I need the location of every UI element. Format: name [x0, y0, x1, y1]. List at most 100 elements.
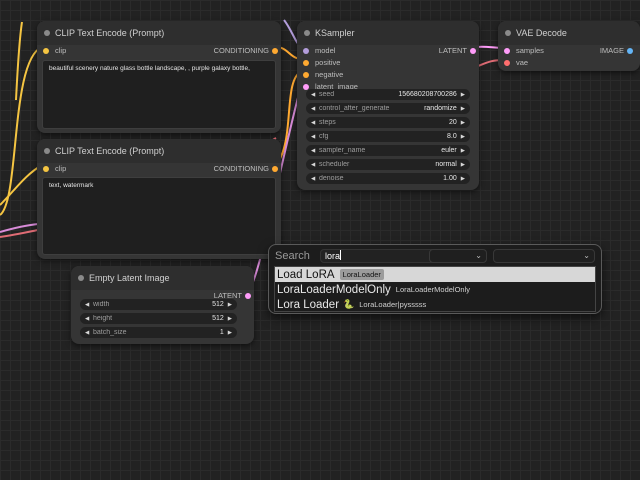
increment-arrow-icon[interactable]: ▶ [461, 134, 465, 140]
negative-input-label: negative [315, 70, 344, 79]
increment-arrow-icon[interactable]: ▶ [461, 92, 465, 98]
node-title-bar[interactable]: VAE Decode [498, 21, 640, 45]
increment-arrow-icon[interactable]: ▶ [461, 148, 465, 154]
increment-arrow-icon[interactable]: ▶ [461, 162, 465, 168]
negative-input-dot[interactable] [303, 72, 309, 78]
input-type-filter-dropdown-visible[interactable]: ⌄ [429, 249, 487, 263]
clip-input-dot[interactable] [43, 48, 49, 54]
result-class-badge: LoraLoaderModelOnly [395, 285, 471, 294]
conditioning-output-label: CONDITIONING [213, 164, 269, 173]
clip-text-encode-negative-node[interactable]: CLIP Text Encode (Prompt) clip CONDITION… [37, 139, 281, 259]
control-after-generate-widget[interactable]: ◀ control_after_generate randomize ▶ [306, 103, 470, 114]
decrement-arrow-icon[interactable]: ◀ [311, 92, 319, 98]
batch-size-widget[interactable]: ◀ batch_size 1 ▶ [80, 327, 237, 338]
node-title: Empty Latent Image [89, 273, 170, 283]
collapse-dot-icon[interactable] [44, 30, 50, 36]
decrement-arrow-icon[interactable]: ◀ [311, 162, 319, 168]
seed-widget[interactable]: ◀ seed 156680208700286 ▶ [306, 89, 470, 100]
chevron-down-icon[interactable]: ⌄ [475, 251, 482, 260]
height-widget[interactable]: ◀ height 512 ▶ [80, 313, 237, 324]
result-name: LoraLoaderModelOnly [277, 283, 391, 296]
decrement-arrow-icon[interactable]: ◀ [311, 134, 319, 140]
prompt-textarea[interactable]: beautiful scenery nature glass bottle la… [42, 60, 276, 129]
node-title-bar[interactable]: Empty Latent Image [71, 266, 254, 290]
widget-name: width [93, 301, 110, 308]
decrement-arrow-icon[interactable]: ◀ [311, 176, 319, 182]
link-clip-upper [15, 21, 23, 101]
decrement-arrow-icon[interactable]: ◀ [311, 120, 319, 126]
decrement-arrow-icon[interactable]: ◀ [85, 316, 93, 322]
steps-widget[interactable]: ◀ steps 20 ▶ [306, 117, 470, 128]
link-clip-positive [0, 46, 43, 216]
increment-arrow-icon[interactable]: ▶ [461, 176, 465, 182]
image-output-label: IMAGE [599, 46, 624, 55]
increment-arrow-icon[interactable]: ▶ [228, 330, 232, 336]
increment-arrow-icon[interactable]: ▶ [461, 120, 465, 126]
widget-name: cfg [319, 133, 329, 140]
samples-input-label: samples [516, 46, 544, 55]
vae-decode-node[interactable]: VAE Decode samples IMAGE vae [498, 21, 640, 71]
positive-input-dot[interactable] [303, 60, 309, 66]
negative-slot-row: negative [297, 69, 479, 81]
image-output-dot[interactable] [627, 48, 633, 54]
widget-value: 8.0 [447, 133, 457, 140]
collapse-dot-icon[interactable] [44, 148, 50, 154]
chevron-down-icon[interactable]: ⌄ [583, 251, 590, 260]
sampler-name-widget[interactable]: ◀ sampler_name euler ▶ [306, 145, 470, 156]
conditioning-output-dot[interactable] [272, 166, 278, 172]
search-result-item[interactable]: Lora Loader 🐍 LoraLoader|pysssss [275, 297, 595, 312]
increment-arrow-icon[interactable]: ▶ [461, 106, 465, 112]
widget-name: denoise [319, 175, 344, 182]
widget-value: euler [441, 147, 457, 154]
prompt-textarea[interactable]: text, watermark [42, 177, 276, 255]
vae-input-dot[interactable] [504, 60, 510, 66]
increment-arrow-icon[interactable]: ▶ [228, 302, 232, 308]
model-slot-row: model LATENT [297, 45, 479, 57]
collapse-dot-icon[interactable] [78, 275, 84, 281]
widget-value: 512 [212, 315, 224, 322]
increment-arrow-icon[interactable]: ▶ [228, 316, 232, 322]
denoise-widget[interactable]: ◀ denoise 1.00 ▶ [306, 173, 470, 184]
text-caret [340, 250, 342, 260]
samples-input-dot[interactable] [504, 48, 510, 54]
clip-input-label: clip [55, 46, 67, 55]
latent-output-dot[interactable] [245, 293, 251, 299]
conditioning-output-dot[interactable] [272, 48, 278, 54]
node-title: CLIP Text Encode (Prompt) [55, 28, 165, 38]
result-name: Load LoRA [277, 268, 335, 281]
widget-value: 1.00 [443, 175, 457, 182]
widget-name: seed [319, 91, 335, 98]
widget-value: randomize [424, 105, 457, 112]
width-widget[interactable]: ◀ width 512 ▶ [80, 299, 237, 310]
clip-slot-row: clip CONDITIONING [37, 45, 281, 57]
scheduler-widget[interactable]: ◀ scheduler normal ▶ [306, 159, 470, 170]
search-result-item[interactable]: LoraLoaderModelOnly LoraLoaderModelOnly [275, 282, 595, 297]
ksampler-node[interactable]: KSampler model LATENT positive negative … [297, 21, 479, 190]
cfg-widget[interactable]: ◀ cfg 8.0 ▶ [306, 131, 470, 142]
node-title-bar[interactable]: KSampler [297, 21, 479, 45]
decrement-arrow-icon[interactable]: ◀ [85, 330, 93, 336]
widget-value: 1 [219, 329, 224, 336]
positive-slot-row: positive [297, 57, 479, 69]
node-title-bar[interactable]: CLIP Text Encode (Prompt) [37, 21, 281, 45]
collapse-dot-icon[interactable] [505, 30, 511, 36]
empty-latent-image-node[interactable]: Empty Latent Image LATENT ◀ width 512 ▶ … [71, 266, 254, 344]
clip-input-dot[interactable] [43, 166, 49, 172]
node-search-dialog[interactable]: Search lora ⌄ ⌄ Load LoRA LoraLoader Lor… [268, 244, 602, 314]
decrement-arrow-icon[interactable]: ◀ [311, 148, 319, 154]
model-input-dot[interactable] [303, 48, 309, 54]
search-results-list[interactable]: Load LoRA LoraLoader LoraLoaderModelOnly… [274, 266, 596, 312]
node-title-bar[interactable]: CLIP Text Encode (Prompt) [37, 139, 281, 163]
clip-text-encode-positive-node[interactable]: CLIP Text Encode (Prompt) clip CONDITION… [37, 21, 281, 133]
decrement-arrow-icon[interactable]: ◀ [311, 106, 319, 112]
widget-name: height [93, 315, 113, 322]
latent-output-dot[interactable] [470, 48, 476, 54]
snake-icon: 🐍 [343, 299, 355, 309]
vae-input-label: vae [516, 58, 529, 67]
decrement-arrow-icon[interactable]: ◀ [85, 302, 93, 308]
collapse-dot-icon[interactable] [304, 30, 310, 36]
vae-slot-row: vae [498, 57, 640, 69]
search-result-item[interactable]: Load LoRA LoraLoader [275, 267, 595, 282]
link-clip-negative [0, 164, 43, 206]
output-type-filter-dropdown[interactable]: ⌄ [493, 249, 595, 263]
